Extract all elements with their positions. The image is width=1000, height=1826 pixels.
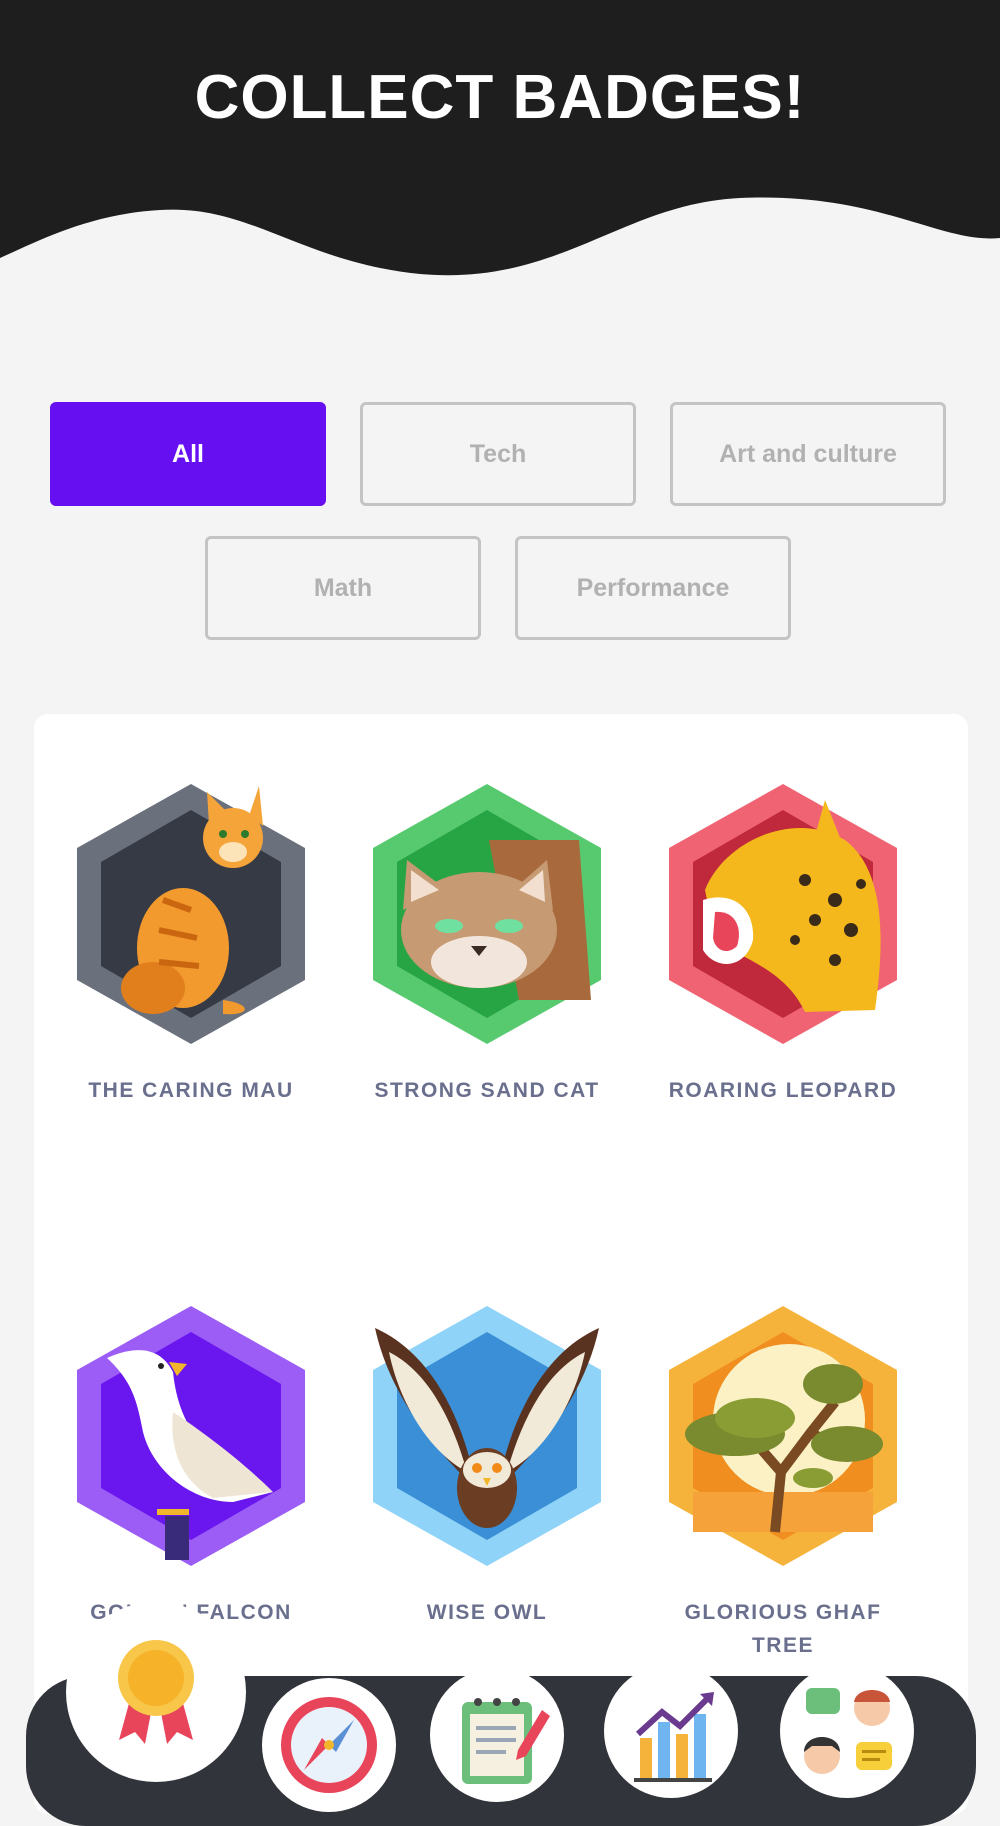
filter-math-button[interactable]: Math — [205, 536, 481, 640]
filter-art-culture-button[interactable]: Art and culture — [670, 402, 946, 506]
badge-item[interactable]: STRONG SAND CAT — [362, 780, 612, 1107]
badge-label: THE CARING MAU — [88, 1079, 294, 1102]
filter-tech-button[interactable]: Tech — [360, 402, 636, 506]
header: COLLECT BADGES! — [0, 0, 1000, 300]
badge-label: STRONG SAND CAT — [374, 1079, 600, 1102]
badge-item[interactable]: GLORIOUS GHAF TREE — [658, 1302, 908, 1662]
badge-item[interactable]: THE CARING MAU — [66, 780, 316, 1107]
page-title: COLLECT BADGES! — [194, 63, 806, 132]
filter-performance-button[interactable]: Performance — [515, 536, 791, 640]
badge-label: WISE OWL — [426, 1601, 548, 1624]
nav-notes-button[interactable] — [430, 1668, 564, 1802]
badge-item[interactable]: WISE OWL — [362, 1302, 612, 1629]
owl-icon — [373, 1306, 601, 1566]
compass-icon — [281, 1697, 377, 1793]
filter-all-button[interactable]: All — [50, 402, 326, 506]
cat-icon — [77, 784, 305, 1044]
falcon-icon — [77, 1306, 305, 1566]
badge-label: ROARING LEOPARD — [668, 1079, 898, 1102]
leopard-icon — [669, 784, 897, 1044]
ribbon-badge-icon — [118, 1640, 194, 1744]
badge-label: GLORIOUS GHAF TREE — [684, 1601, 882, 1657]
nav-badges-button[interactable] — [66, 1602, 246, 1782]
ghaf-tree-icon — [669, 1306, 897, 1566]
sand-cat-icon — [373, 784, 601, 1044]
badge-item[interactable]: GOLDEN FALCON — [66, 1302, 316, 1629]
bar-chart-icon — [634, 1692, 714, 1782]
notepad-icon — [462, 1698, 550, 1784]
chat-people-icon — [804, 1688, 892, 1774]
header-wave — [0, 0, 1000, 276]
nav-explore-button[interactable] — [262, 1678, 396, 1812]
badge-item[interactable]: ROARING LEOPARD — [658, 780, 908, 1107]
